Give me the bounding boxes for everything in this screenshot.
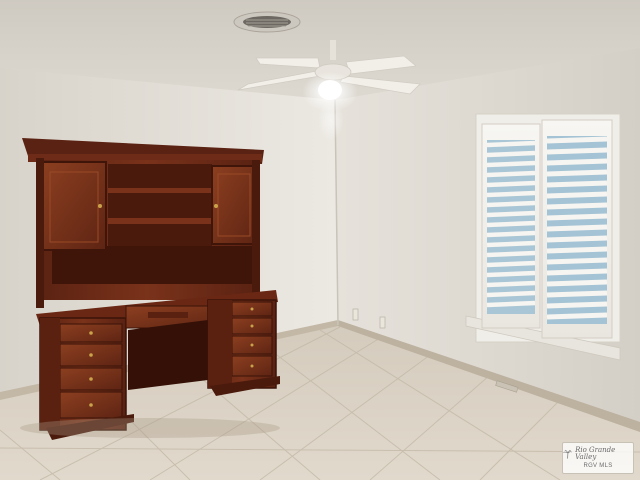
watermark-sub: RGV MLS [583, 463, 613, 469]
watermark-logo: Rio Grande Valley [563, 447, 633, 461]
mls-watermark: Rio Grande Valley RGV MLS [562, 442, 634, 474]
window-shutters [465, 113, 621, 361]
wooden-desk-hutch [22, 138, 264, 308]
air-vent-icon [233, 11, 301, 33]
palm-tree-icon [563, 449, 572, 459]
watermark-brand: Rio Grande Valley [575, 446, 616, 461]
wall-outlet [379, 316, 386, 329]
room-scene [0, 0, 640, 480]
wall-outlet [352, 308, 359, 321]
